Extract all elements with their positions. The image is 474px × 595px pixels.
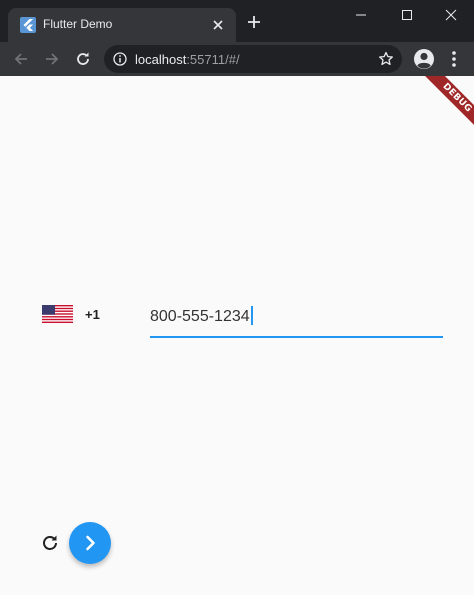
phone-number-text: 800-555-1234 <box>150 308 250 325</box>
phone-input-underline <box>150 336 443 338</box>
arrow-left-icon <box>14 53 27 65</box>
phone-number-input[interactable]: 800-555-1234 <box>150 302 443 338</box>
forward-button[interactable] <box>41 48 63 70</box>
browser-titlebar: Flutter Demo <box>0 0 474 42</box>
address-bar[interactable]: localhost:55711/#/ <box>104 45 402 73</box>
reload-button[interactable] <box>72 48 94 70</box>
more-vertical-icon[interactable] <box>446 50 462 68</box>
minimize-button[interactable] <box>338 0 384 30</box>
reload-icon <box>77 52 89 65</box>
next-button[interactable] <box>69 522 111 564</box>
debug-banner-label: DEBUG <box>420 76 474 135</box>
maximize-button[interactable] <box>384 0 430 30</box>
browser-toolbar: localhost:55711/#/ <box>0 42 474 76</box>
close-window-button[interactable] <box>428 0 474 30</box>
profile-avatar-icon[interactable] <box>412 47 436 71</box>
maximize-icon <box>402 10 412 20</box>
url-path: :55711/#/ <box>186 52 240 67</box>
refresh-button[interactable] <box>38 531 62 555</box>
info-icon[interactable] <box>113 52 127 66</box>
app-page: DEBUG +1 800-555-1234 <box>0 76 474 595</box>
phone-number-value: 800-555-1234 <box>150 306 253 326</box>
us-flag-icon[interactable] <box>42 305 73 323</box>
new-tab-icon[interactable] <box>246 14 262 30</box>
arrow-right-icon <box>46 53 59 65</box>
url-host: localhost <box>135 52 187 67</box>
back-button[interactable] <box>10 48 32 70</box>
country-dial-code[interactable]: +1 <box>85 307 100 322</box>
bookmark-star-icon[interactable] <box>378 51 394 67</box>
url-text: localhost:55711/#/ <box>135 52 240 67</box>
close-icon <box>445 9 457 21</box>
flutter-logo-icon <box>20 17 36 33</box>
chevron-right-icon <box>86 535 95 551</box>
debug-banner: DEBUG <box>404 76 474 146</box>
minimize-icon <box>356 14 366 16</box>
close-tab-icon[interactable] <box>210 17 226 33</box>
refresh-icon <box>43 535 57 550</box>
text-cursor <box>250 306 253 325</box>
tab-title: Flutter Demo <box>43 17 113 31</box>
browser-tab[interactable]: Flutter Demo <box>8 8 236 42</box>
